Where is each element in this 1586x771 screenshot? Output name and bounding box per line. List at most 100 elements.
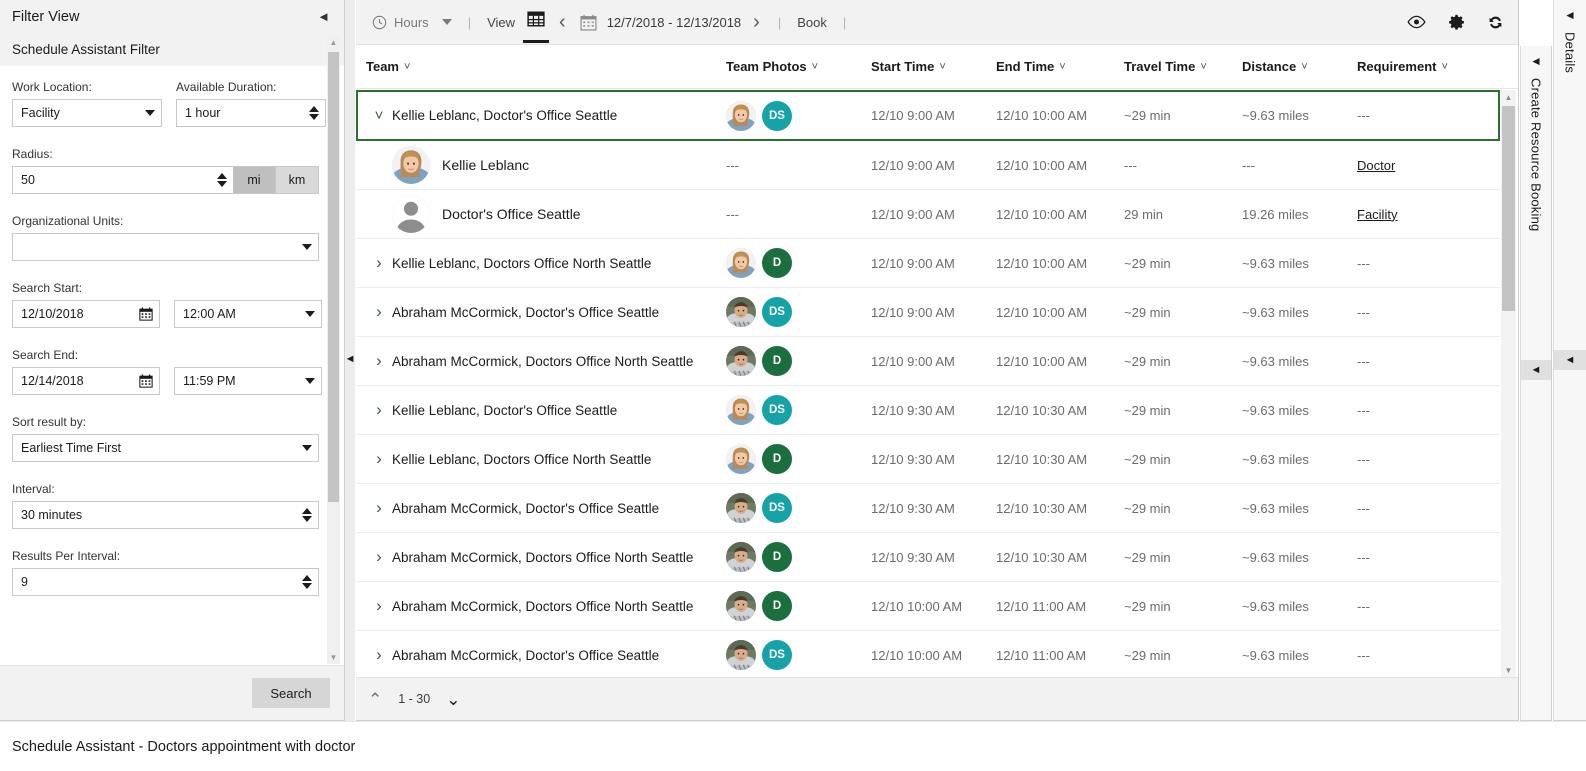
splitter-collapse-icon[interactable]: ◄ xyxy=(345,350,356,368)
column-header-team[interactable]: Team ˅ xyxy=(366,59,726,74)
create-resource-booking-panel[interactable]: ◄ Create Resource Booking ◄ xyxy=(1520,46,1552,721)
panel-splitter[interactable]: ◄ xyxy=(345,0,355,721)
results-per-interval-stepper[interactable]: 9 xyxy=(12,568,319,596)
chevron-down-icon[interactable]: ˅ xyxy=(1200,61,1206,73)
chevron-right-icon[interactable]: › xyxy=(366,253,392,273)
chevron-right-icon[interactable]: › xyxy=(366,302,392,322)
stepper-arrows-icon[interactable] xyxy=(309,106,319,120)
scrollbar-thumb[interactable] xyxy=(328,52,339,502)
table-row[interactable]: › Abraham McCormick, Doctor's Office Seat… xyxy=(356,288,1500,337)
scrollbar-thumb[interactable] xyxy=(1502,106,1515,311)
child-requirement[interactable]: Facility xyxy=(1357,207,1397,222)
table-row[interactable]: › Kellie Leblanc, Doctor's Office Seattle… xyxy=(356,386,1500,435)
column-header-team-photos[interactable]: Team Photos ˅ xyxy=(726,59,871,74)
search-end-date-input[interactable]: 12/14/2018 xyxy=(12,367,160,395)
chevron-right-icon[interactable]: › xyxy=(366,400,392,420)
clock-icon xyxy=(372,15,387,30)
man-avatar-icon xyxy=(726,297,756,327)
caret-left-icon[interactable]: ◄ xyxy=(1554,0,1586,22)
table-row[interactable]: › Abraham McCormick, Doctors Office North… xyxy=(356,582,1500,631)
table-row[interactable]: ˅ Kellie Leblanc, Doctor's Office Seattle… xyxy=(356,90,1500,141)
stepper-arrows-icon[interactable] xyxy=(217,173,227,187)
grid-scrollbar[interactable]: ▲ ▼ xyxy=(1501,90,1516,677)
table-row[interactable]: › Abraham McCormick, Doctors Office North… xyxy=(356,337,1500,386)
chevron-up-icon[interactable]: ⌃ xyxy=(368,691,382,708)
column-header-requirement[interactable]: Requirement ˅ xyxy=(1357,59,1497,74)
chevron-down-icon[interactable]: ⌄ xyxy=(446,691,460,708)
search-start-time-select[interactable]: 12:00 AM xyxy=(174,300,322,328)
calendar-icon[interactable] xyxy=(139,307,153,321)
calendar-icon[interactable] xyxy=(139,374,153,388)
radius-stepper[interactable]: 50 xyxy=(12,166,233,194)
search-button[interactable]: Search xyxy=(252,678,330,708)
stepper-arrows-icon[interactable] xyxy=(302,508,312,522)
column-header-end-time[interactable]: End Time ˅ xyxy=(996,59,1124,74)
chevron-down-icon[interactable]: ˅ xyxy=(404,61,410,73)
chevron-down-icon[interactable]: ˅ xyxy=(812,61,818,73)
table-row-child[interactable]: Kellie Leblanc --- 12/10 9:00 AM 12/10 10:0… xyxy=(356,141,1500,190)
chevron-down-icon[interactable] xyxy=(145,110,155,116)
unit-km-button[interactable]: km xyxy=(276,166,319,194)
travel-time: ~29 min xyxy=(1124,402,1171,418)
column-header-start-time[interactable]: Start Time ˅ xyxy=(871,59,996,74)
table-row[interactable]: › Abraham McCormick, Doctor's Office Seat… xyxy=(356,631,1500,677)
eye-icon[interactable] xyxy=(1407,15,1426,29)
stepper-arrows-icon[interactable] xyxy=(302,575,312,589)
chevron-down-icon[interactable]: ˅ xyxy=(366,107,392,124)
child-end-time: 12/10 10:00 AM xyxy=(996,206,1088,222)
table-row[interactable]: › Abraham McCormick, Doctor's Office Seat… xyxy=(356,484,1500,533)
date-range-label[interactable]: 12/7/2018 - 12/13/2018 xyxy=(603,15,745,30)
book-button[interactable]: Book xyxy=(791,11,833,34)
child-requirement[interactable]: Doctor xyxy=(1357,158,1395,173)
gear-icon[interactable] xyxy=(1448,14,1465,31)
search-end-time-select[interactable]: 11:59 PM xyxy=(174,367,322,395)
table-row-child[interactable]: Doctor's Office Seattle --- 12/10 9:00 AM 1… xyxy=(356,190,1500,239)
scroll-up-icon[interactable]: ▲ xyxy=(1501,90,1516,104)
column-header-travel-time[interactable]: Travel Time ˅ xyxy=(1124,59,1242,74)
chevron-right-icon[interactable]: › xyxy=(366,351,392,371)
chevron-down-icon[interactable]: ˅ xyxy=(1301,61,1307,73)
chevron-right-icon[interactable]: › xyxy=(366,596,392,616)
table-row[interactable]: › Kellie Leblanc, Doctors Office North Se… xyxy=(356,239,1500,288)
chevron-down-icon[interactable] xyxy=(302,244,312,250)
hours-dropdown[interactable]: Hours xyxy=(366,11,458,34)
chevron-right-icon[interactable]: › xyxy=(366,547,392,567)
chevron-right-icon[interactable]: › xyxy=(745,12,768,32)
chevron-down-icon[interactable] xyxy=(302,445,312,451)
table-row[interactable]: › Abraham McCormick, Doctors Office North… xyxy=(356,533,1500,582)
calendar-icon[interactable] xyxy=(574,14,603,31)
caret-left-icon[interactable]: ◄ xyxy=(1521,46,1551,68)
column-header-distance[interactable]: Distance ˅ xyxy=(1242,59,1357,74)
chevron-down-icon[interactable] xyxy=(305,311,315,317)
chevron-down-icon[interactable]: ˅ xyxy=(939,61,945,73)
grid-view-icon[interactable] xyxy=(521,6,551,43)
search-start-date-input[interactable]: 12/10/2018 xyxy=(12,300,160,328)
chevron-right-icon[interactable]: › xyxy=(366,449,392,469)
chevron-down-icon[interactable]: ˅ xyxy=(1059,61,1065,73)
chevron-down-icon[interactable] xyxy=(305,378,315,384)
work-location-select[interactable]: Facility xyxy=(12,99,162,127)
chevron-right-icon[interactable]: › xyxy=(366,498,392,518)
chevron-left-icon[interactable]: ‹ xyxy=(551,12,574,32)
search-start-date-value: 12/10/2018 xyxy=(21,307,84,321)
available-duration-stepper[interactable]: 1 hour xyxy=(176,99,326,127)
interval-stepper[interactable]: 30 minutes xyxy=(12,501,319,529)
scroll-down-icon[interactable]: ▼ xyxy=(1501,663,1516,677)
chevron-right-icon[interactable]: › xyxy=(366,645,392,665)
scroll-up-icon[interactable]: ▲ xyxy=(327,36,340,49)
chevron-down-icon[interactable]: ˅ xyxy=(1441,61,1447,73)
travel-time: ~29 min xyxy=(1124,304,1171,320)
sort-result-select[interactable]: Earliest Time First xyxy=(12,434,319,462)
chevron-down-icon[interactable] xyxy=(441,19,452,25)
create-resource-booking-expand-handle[interactable]: ◄ xyxy=(1521,360,1551,380)
details-panel[interactable]: ◄ Details ◄ xyxy=(1553,0,1586,721)
filter-panel-scrollbar[interactable]: ▲ ▼ xyxy=(327,36,340,664)
schedule-assistant-window: Filter View ◄ Schedule Assistant Filter … xyxy=(0,0,1586,771)
table-row[interactable]: › Kellie Leblanc, Doctors Office North Se… xyxy=(356,435,1500,484)
unit-mi-button[interactable]: mi xyxy=(233,166,276,194)
scroll-down-icon[interactable]: ▼ xyxy=(327,651,340,664)
caret-left-icon[interactable]: ◄ xyxy=(313,8,334,25)
refresh-icon[interactable] xyxy=(1487,14,1504,31)
details-expand-handle[interactable]: ◄ xyxy=(1554,350,1586,370)
org-units-select[interactable] xyxy=(12,233,319,261)
